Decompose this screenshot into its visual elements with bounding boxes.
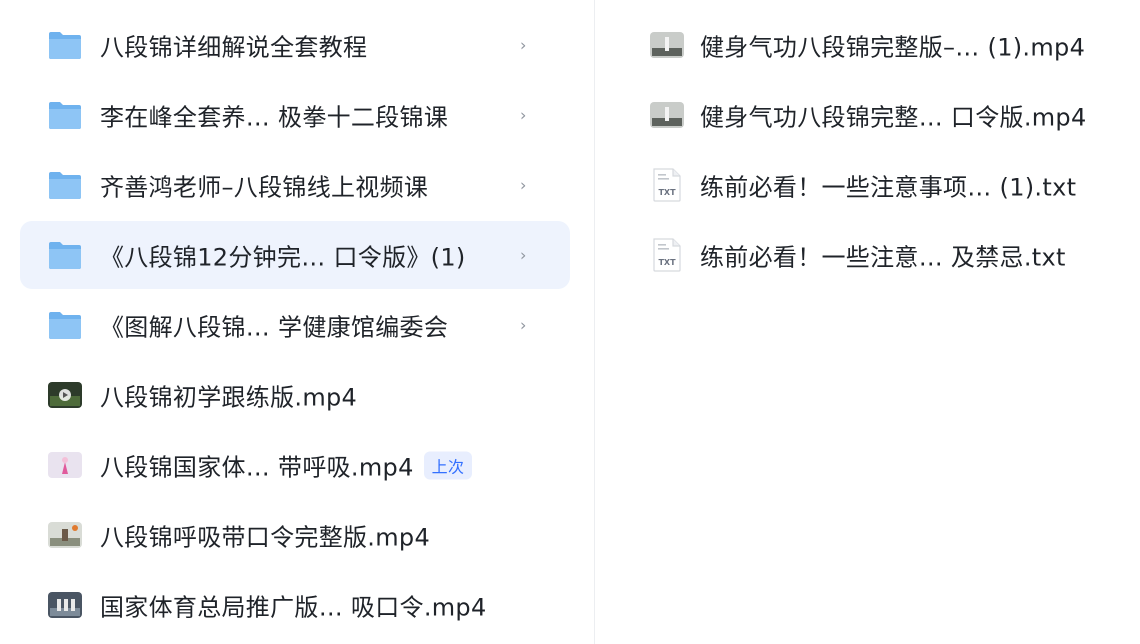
list-item-video[interactable]: 八段锦国家体… 带呼吸.mp4 上次 [20, 431, 570, 499]
pane-divider[interactable] [594, 0, 595, 644]
list-item-txt[interactable]: TXT 练前必看！一些注意事项… (1).txt [650, 151, 1120, 219]
item-label: 李在峰全套养… 极拳十二段锦课 [100, 103, 449, 132]
video-thumbnail-icon [48, 590, 82, 620]
file-browser: 八段锦详细解说全套教程 › 李在峰全套养… 极拳十二段锦课 › 齐善鸿老师–八段… [0, 0, 1140, 644]
folder-icon [48, 100, 82, 130]
left-file-list: 八段锦详细解说全套教程 › 李在峰全套养… 极拳十二段锦课 › 齐善鸿老师–八段… [0, 0, 594, 644]
list-item-folder-selected[interactable]: 《八段锦12分钟完… 口令版》(1) › [20, 221, 570, 289]
list-item-folder[interactable]: 八段锦详细解说全套教程 › [20, 11, 570, 79]
item-label: 健身气功八段锦完整版–… (1).mp4 [700, 33, 1086, 62]
item-label: 齐善鸿老师–八段锦线上视频课 [100, 173, 429, 202]
chevron-right-icon: › [520, 315, 527, 335]
list-item-video[interactable]: 国家体育总局推广版… 吸口令.mp4 [20, 571, 570, 639]
item-label: 《八段锦12分钟完… 口令版》(1) [100, 243, 466, 272]
item-label: 练前必看！一些注意事项… (1).txt [700, 173, 1077, 202]
list-item-video[interactable]: 八段锦呼吸带口令完整版.mp4 [20, 501, 570, 569]
txt-file-icon: TXT [650, 168, 684, 202]
list-item-video[interactable]: 八段锦初学跟练版.mp4 [20, 361, 570, 429]
item-label: 八段锦呼吸带口令完整版.mp4 [100, 523, 431, 552]
item-label: 练前必看！一些注意… 及禁忌.txt [700, 243, 1066, 272]
chevron-right-icon: › [520, 175, 527, 195]
folder-icon [48, 170, 82, 200]
item-label: 八段锦详细解说全套教程 [100, 33, 368, 62]
txt-file-icon: TXT [650, 238, 684, 272]
list-item-video[interactable]: 健身气功八段锦完整版–… (1).mp4 [650, 11, 1120, 79]
item-label: 《图解八段锦… 学健康馆编委会 [100, 313, 449, 342]
list-item-folder[interactable]: 《图解八段锦… 学健康馆编委会 › [20, 291, 570, 359]
item-label: 国家体育总局推广版… 吸口令.mp4 [100, 593, 487, 622]
item-label: 八段锦国家体… 带呼吸.mp4 上次 [100, 448, 473, 483]
video-thumbnail-icon [48, 380, 82, 410]
list-item-txt[interactable]: TXT 练前必看！一些注意… 及禁忌.txt [650, 221, 1120, 289]
item-label: 八段锦初学跟练版.mp4 [100, 383, 358, 412]
item-label: 健身气功八段锦完整… 口令版.mp4 [700, 103, 1087, 132]
video-thumbnail-icon [48, 450, 82, 480]
list-item-video[interactable]: 健身气功八段锦完整… 口令版.mp4 [650, 81, 1120, 149]
folder-icon [48, 30, 82, 60]
video-thumbnail-icon [650, 100, 684, 130]
txt-icon-text: TXT [658, 258, 676, 267]
chevron-right-icon: › [520, 35, 527, 55]
txt-icon-text: TXT [658, 188, 676, 197]
chevron-right-icon: › [520, 105, 527, 125]
last-played-badge: 上次 [423, 451, 473, 480]
chevron-right-icon: › [520, 245, 527, 265]
list-item-folder[interactable]: 齐善鸿老师–八段锦线上视频课 › [20, 151, 570, 219]
list-item-folder[interactable]: 李在峰全套养… 极拳十二段锦课 › [20, 81, 570, 149]
folder-icon [48, 240, 82, 270]
folder-icon [48, 310, 82, 340]
video-thumbnail-icon [650, 30, 684, 60]
video-thumbnail-icon [48, 520, 82, 550]
item-label-text: 八段锦国家体… 带呼吸.mp4 [100, 453, 414, 482]
